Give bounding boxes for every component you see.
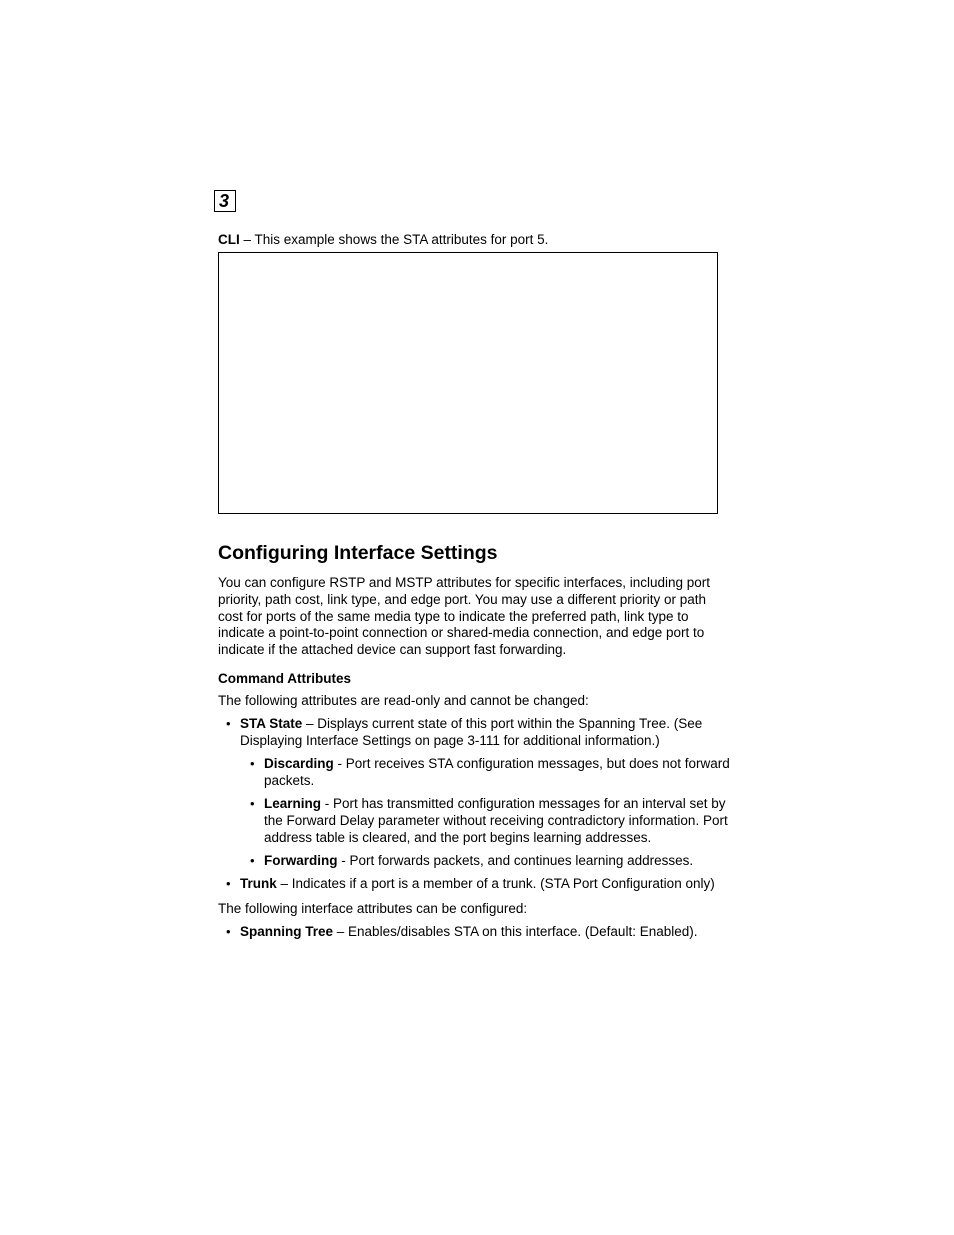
list-item-body: STA State – Displays current state of th…	[240, 716, 702, 748]
list-item-lead: Discarding	[264, 756, 334, 771]
list-item-rest: – Displays current state of this port wi…	[240, 716, 702, 748]
configurable-attribute-list: Spanning Tree – Enables/disables STA on …	[218, 923, 734, 940]
list-item: Learning - Port has transmitted configur…	[264, 795, 734, 846]
list-item-lead: Forwarding	[264, 853, 338, 868]
readonly-attribute-list: STA State – Displays current state of th…	[218, 715, 734, 892]
cli-intro-rest: – This example shows the STA attributes …	[240, 232, 549, 247]
list-item: Discarding - Port receives STA configura…	[264, 755, 734, 789]
list-item-rest: – Indicates if a port is a member of a t…	[277, 876, 715, 891]
sta-state-sublist: Discarding - Port receives STA configura…	[240, 755, 734, 869]
cli-intro-lead: CLI	[218, 232, 240, 247]
configurable-intro-line: The following interface attributes can b…	[218, 900, 734, 917]
list-item-lead: Trunk	[240, 876, 277, 891]
list-item-lead: STA State	[240, 716, 302, 731]
page: 3 CLI – This example shows the STA attri…	[0, 0, 954, 1235]
readonly-intro-line: The following attributes are read-only a…	[218, 692, 734, 709]
section-title: Configuring Interface Settings	[218, 542, 734, 565]
list-item-rest: - Port forwards packets, and continues l…	[338, 853, 694, 868]
list-item-rest: - Port receives STA configuration messag…	[264, 756, 730, 788]
list-item-lead: Spanning Tree	[240, 924, 333, 939]
list-item: Forwarding - Port forwards packets, and …	[264, 852, 734, 869]
command-attributes-heading: Command Attributes	[218, 671, 734, 686]
list-item: Trunk – Indicates if a port is a member …	[240, 875, 734, 892]
list-item-lead: Learning	[264, 796, 321, 811]
list-item: Spanning Tree – Enables/disables STA on …	[240, 923, 734, 940]
chapter-number: 3	[219, 191, 229, 211]
code-output-box	[218, 252, 718, 514]
section-intro-paragraph: You can configure RSTP and MSTP attribut…	[218, 575, 734, 659]
list-item: STA State – Displays current state of th…	[240, 715, 734, 869]
cli-intro-line: CLI – This example shows the STA attribu…	[218, 232, 734, 247]
chapter-badge: 3	[214, 190, 236, 212]
list-item-rest: – Enables/disables STA on this interface…	[333, 924, 697, 939]
list-item-rest: - Port has transmitted configuration mes…	[264, 796, 728, 845]
